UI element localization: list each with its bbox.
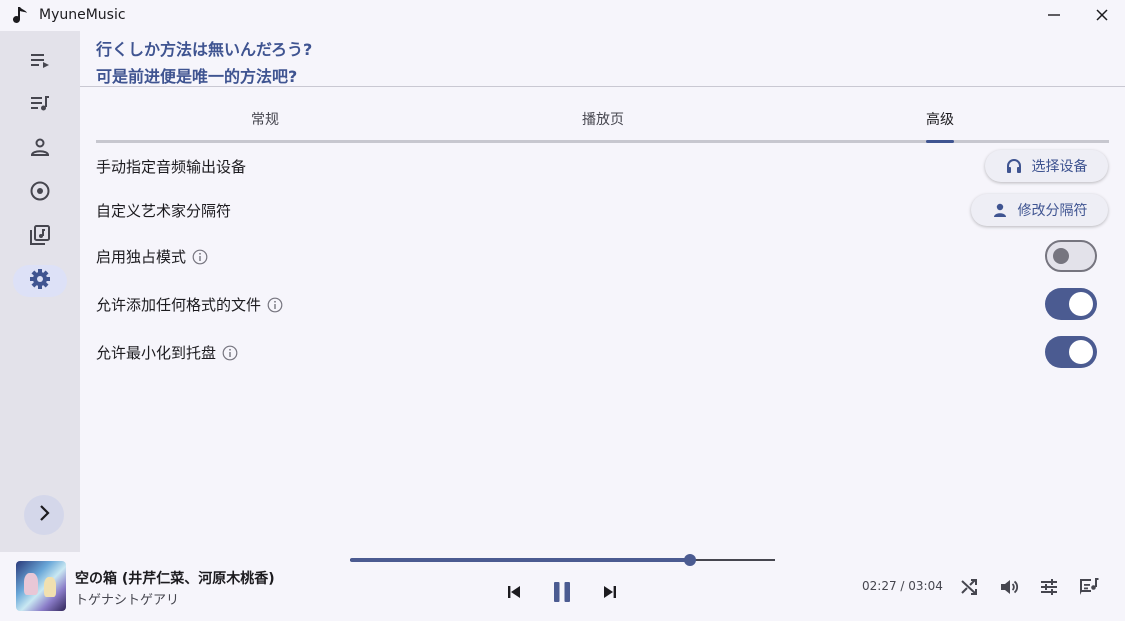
- app-title: MyuneMusic: [39, 7, 126, 23]
- playlist-icon: [29, 92, 51, 118]
- next-button[interactable]: [598, 580, 622, 604]
- current-time: 02:27: [862, 579, 897, 593]
- sidebar-item-playlists[interactable]: [13, 89, 67, 121]
- playback-time: 02:27 / 03:04: [862, 579, 943, 593]
- shuffle-button[interactable]: [956, 574, 982, 600]
- equalizer-icon: [1039, 577, 1059, 597]
- select-device-label: 选择设备: [1031, 159, 1088, 175]
- exclusive-mode-switch[interactable]: [1045, 240, 1097, 272]
- pause-button[interactable]: [548, 577, 576, 607]
- tab-advanced[interactable]: 高级: [926, 109, 954, 129]
- volume-icon: [999, 577, 1019, 597]
- title-bar: MyuneMusic: [0, 0, 1125, 31]
- track-title: 空の箱 (井芹仁菜、河原木桃香): [75, 571, 275, 587]
- output-device-text: 手动指定音频输出设备: [96, 158, 247, 176]
- tab-active-indicator: [926, 140, 954, 143]
- track-artist[interactable]: トゲナシトゲアリ: [75, 589, 179, 608]
- artist-separator-label: 自定义艺术家分隔符: [96, 200, 231, 221]
- edit-separator-button[interactable]: 修改分隔符: [971, 194, 1108, 226]
- skip-next-icon: [601, 583, 619, 601]
- total-time: 03:04: [908, 579, 943, 593]
- exclusive-mode-label: 启用独占模式: [96, 246, 208, 267]
- music-library-icon: [29, 224, 51, 250]
- volume-button[interactable]: [996, 574, 1022, 600]
- chevron-right-icon: [34, 503, 54, 527]
- lyrics-button[interactable]: [1076, 574, 1102, 600]
- any-format-label: 允许添加任何格式的文件: [96, 294, 283, 315]
- expand-sidebar-button[interactable]: [24, 495, 64, 535]
- headphones-icon: [1006, 158, 1032, 174]
- switch-knob: [1069, 340, 1093, 364]
- switch-knob: [1053, 248, 1069, 264]
- time-separator: /: [896, 579, 909, 593]
- progress-fill: [350, 558, 690, 562]
- settings-icon: [29, 268, 51, 294]
- minimize-tray-label: 允许最小化到托盘: [96, 342, 238, 363]
- sidebar-item-artists[interactable]: [13, 133, 67, 165]
- pause-icon: [551, 580, 573, 604]
- close-icon: [1095, 7, 1109, 26]
- info-icon[interactable]: [267, 297, 283, 313]
- artist-separator-text: 自定义艺术家分隔符: [96, 202, 232, 220]
- minimize-button[interactable]: [1040, 5, 1068, 27]
- music-note-icon: [12, 6, 30, 26]
- output-device-label: 手动指定音频输出设备: [96, 156, 246, 177]
- lyrics-bar: 行くしか方法は無いんだろう? 可是前进便是唯一的方法吧?: [80, 31, 1125, 87]
- sidebar: [0, 31, 80, 552]
- sidebar-item-library[interactable]: [13, 221, 67, 253]
- select-device-button[interactable]: 选择设备: [985, 150, 1108, 182]
- edit-separator-label: 修改分隔符: [1017, 203, 1088, 219]
- exclusive-mode-text: 启用独占模式: [96, 248, 187, 266]
- equalizer-button[interactable]: [1036, 574, 1062, 600]
- switch-knob: [1069, 292, 1093, 316]
- info-icon[interactable]: [192, 249, 208, 265]
- settings-tabs: 常规 播放页 高级: [96, 100, 1109, 143]
- tab-general[interactable]: 常规: [251, 109, 279, 129]
- minimize-icon: [1047, 7, 1061, 26]
- any-format-text: 允许添加任何格式的文件: [96, 296, 262, 314]
- close-button[interactable]: [1088, 5, 1116, 27]
- lyric-line-translation: 可是前进便是唯一的方法吧?: [96, 67, 298, 86]
- progress-thumb[interactable]: [684, 554, 696, 566]
- album-icon: [29, 180, 51, 206]
- sidebar-item-albums[interactable]: [13, 177, 67, 209]
- previous-button[interactable]: [502, 580, 526, 604]
- player-bar: 空の箱 (井芹仁菜、河原木桃香) トゲナシトゲアリ 02:27 / 03:04: [0, 552, 1125, 621]
- info-icon[interactable]: [222, 345, 238, 361]
- lyric-line-original: 行くしか方法は無いんだろう?: [96, 40, 313, 59]
- skip-previous-icon: [505, 583, 523, 601]
- album-cover[interactable]: [16, 561, 66, 611]
- tab-playback-page[interactable]: 播放页: [582, 109, 624, 129]
- minimize-tray-switch[interactable]: [1045, 336, 1097, 368]
- tab-divider: [96, 140, 1109, 143]
- now-playing-list-icon: [29, 49, 51, 75]
- artist-icon: [29, 136, 51, 162]
- sidebar-item-now-playing[interactable]: [13, 46, 67, 78]
- minimize-tray-text: 允许最小化到托盘: [96, 344, 217, 362]
- shuffle-icon: [959, 577, 979, 597]
- sidebar-item-settings[interactable]: [13, 265, 67, 297]
- any-format-switch[interactable]: [1045, 288, 1097, 320]
- lyrics-icon: [1078, 576, 1100, 598]
- person-icon: [992, 202, 1018, 218]
